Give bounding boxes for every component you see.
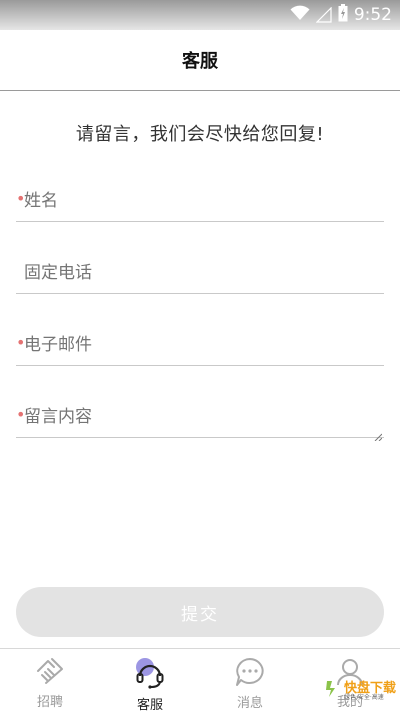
tab-recruit-label: 招聘 [36, 695, 63, 710]
status-bar: 9:52 [0, 0, 400, 30]
required-dot: • [16, 188, 26, 208]
signal-icon [315, 7, 332, 23]
required-dot: • [16, 332, 26, 352]
tab-customer-service[interactable]: 客服 [100, 649, 200, 713]
tab-messages[interactable]: 消息 [200, 649, 300, 711]
tab-messages-label: 消息 [236, 696, 263, 711]
submit-button[interactable]: 提交 [16, 587, 384, 637]
phone-field[interactable]: 固定电话 [16, 248, 384, 294]
name-field[interactable]: • 姓名 [16, 176, 384, 222]
message-placeholder: 留言内容 [24, 407, 92, 427]
status-time: 9:52 [353, 5, 392, 25]
resize-handle-icon[interactable] [374, 426, 383, 442]
required-dot: • [16, 404, 26, 424]
status-icons: 9:52 [290, 4, 392, 26]
tab-recruit[interactable]: 招聘 [0, 649, 100, 710]
wifi-icon [290, 5, 310, 25]
tab-customer-service-label: 客服 [136, 698, 163, 713]
download-site-watermark: 快盘下载 绿色·安全·高速 [324, 680, 396, 702]
watermark-tagline: 绿色·安全·高速 [343, 693, 384, 701]
phone-placeholder: 固定电话 [24, 263, 92, 283]
chat-bubble-icon [233, 656, 267, 688]
message-textarea[interactable]: • 留言内容 [16, 392, 384, 442]
name-placeholder: 姓名 [24, 191, 58, 211]
handshake-icon [33, 656, 67, 687]
page-header: 客服 [0, 30, 400, 91]
intro-text: 请留言，我们会尽快给您回复! [75, 124, 325, 145]
email-field[interactable]: • 电子邮件 [16, 320, 384, 366]
lightning-k-icon [324, 680, 342, 702]
email-placeholder: 电子邮件 [24, 335, 92, 355]
page-title: 客服 [182, 51, 218, 72]
watermark-brand: 快盘下载 [343, 680, 396, 696]
headset-icon [133, 656, 167, 690]
battery-charging-icon [338, 4, 348, 26]
